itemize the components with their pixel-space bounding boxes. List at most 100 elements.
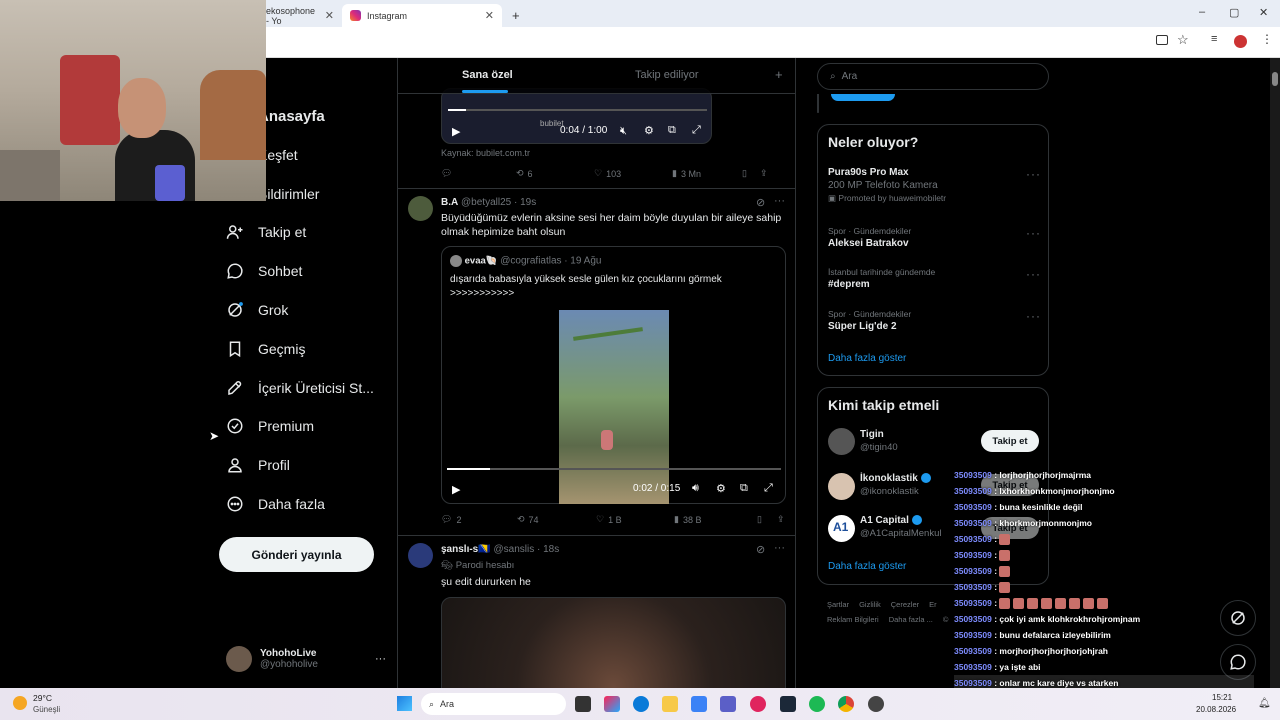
- scrollbar-thumb[interactable]: [1272, 72, 1278, 86]
- share-button[interactable]: ⇪: [777, 514, 785, 525]
- footer-link[interactable]: Reklam Bilgileri: [827, 615, 879, 624]
- views-button[interactable]: ▮ 38 B: [674, 514, 757, 525]
- footer-link[interactable]: Daha fazla ...: [889, 615, 933, 624]
- play-icon[interactable]: ▶: [452, 125, 460, 138]
- more-icon[interactable]: ···: [1026, 267, 1041, 281]
- bookmark-button[interactable]: ▯: [742, 168, 760, 179]
- play-icon[interactable]: ▶: [452, 483, 460, 496]
- footer-link[interactable]: Çerezler: [891, 600, 919, 609]
- suggested-user[interactable]: İkonoklastik @ikonoklastik: [860, 473, 931, 497]
- pip-icon[interactable]: ⧉: [668, 124, 676, 137]
- page-scrollbar[interactable]: [1270, 58, 1280, 688]
- weather-desc[interactable]: Güneşli: [33, 705, 60, 714]
- settings-icon[interactable]: ⚙: [716, 482, 726, 495]
- more-icon[interactable]: ···: [1026, 309, 1041, 323]
- nav-grok[interactable]: Grok: [226, 297, 288, 323]
- share-button[interactable]: ⇪: [760, 168, 768, 179]
- footer-link[interactable]: Gizlilik: [859, 600, 881, 609]
- tweet-time[interactable]: · 19s: [514, 197, 536, 208]
- top-video[interactable]: bubilet ▶ 0:04 / 1:00 🔇︎ ⚙ ⧉ ⤢: [441, 88, 712, 144]
- tab-for-you[interactable]: Sana özel: [462, 69, 513, 81]
- file-explorer-icon[interactable]: [662, 696, 678, 712]
- avatar[interactable]: A1: [828, 515, 855, 542]
- trend-item[interactable]: Spor · Gündemdekiler Aleksei Batrakov: [828, 226, 911, 249]
- tweet-handle[interactable]: @betyall25: [461, 197, 511, 208]
- nav-bookmarks[interactable]: Geçmiş: [226, 336, 305, 362]
- post-button[interactable]: Gönderi yayınla: [219, 537, 374, 572]
- add-tab-button[interactable]: +: [775, 67, 783, 82]
- promoted-trend[interactable]: Pura90s Pro Max 200 MP Telefoto Kamera ▣…: [828, 167, 946, 204]
- nav-profile[interactable]: Profil: [226, 452, 290, 478]
- trend-item[interactable]: Spor · Gündemdekiler Süper Lig'de 2: [828, 309, 911, 332]
- retweet-button[interactable]: ⟲ 74: [517, 514, 596, 525]
- tweet-author[interactable]: şanslı-s🇧🇦: [441, 544, 491, 555]
- task-view-icon[interactable]: [575, 696, 591, 712]
- tab-youtube[interactable]: ekosophone - Yo ✕: [258, 4, 342, 27]
- edge-icon[interactable]: [633, 696, 649, 712]
- nav-creator-studio[interactable]: İçerik Üreticisi St...: [226, 375, 374, 401]
- close-tab-icon[interactable]: ✕: [325, 9, 334, 22]
- reply-button[interactable]: 💬︎: [441, 168, 516, 179]
- fullscreen-icon[interactable]: ⤢: [764, 482, 773, 495]
- account-switcher[interactable]: YohohoLive @yohoholive ···: [226, 643, 386, 675]
- teams-icon[interactable]: [720, 696, 736, 712]
- close-tab-icon[interactable]: ✕: [485, 9, 494, 22]
- nav-premium[interactable]: Premium: [226, 413, 314, 439]
- like-button[interactable]: ♡ 1 B: [596, 514, 674, 525]
- suggested-user[interactable]: Tigin @tigin40: [860, 429, 898, 453]
- tab-instagram[interactable]: Instagram ✕: [342, 4, 502, 27]
- tab-following[interactable]: Takip ediliyor: [635, 69, 699, 81]
- new-tab-button[interactable]: +: [504, 4, 528, 27]
- grok-icon[interactable]: ⊘: [756, 543, 765, 556]
- nav-more[interactable]: Daha fazla: [226, 491, 325, 517]
- more-icon[interactable]: ···: [375, 653, 386, 665]
- fullscreen-icon[interactable]: ⤢: [692, 124, 701, 137]
- star-icon[interactable]: ☆: [1177, 32, 1189, 48]
- more-icon[interactable]: ···: [1026, 226, 1041, 240]
- avatar[interactable]: [828, 428, 855, 455]
- steam-icon[interactable]: [780, 696, 796, 712]
- settings-icon[interactable]: ⚙: [644, 124, 654, 137]
- retweet-button[interactable]: ⟲ 6: [516, 168, 594, 179]
- trend-item[interactable]: İstanbul tarihinde gündemde #deprem: [828, 267, 935, 290]
- tweet-time[interactable]: · 18s: [537, 544, 559, 555]
- tweet-author[interactable]: B.A: [441, 197, 458, 208]
- maximize-button[interactable]: ▢: [1229, 6, 1239, 19]
- clock-date[interactable]: 20.08.2026: [1196, 705, 1236, 714]
- reply-button[interactable]: 💬︎ 2: [441, 514, 517, 525]
- quote-video-thumbnail[interactable]: [559, 310, 669, 504]
- avatar[interactable]: [828, 473, 855, 500]
- nav-follow[interactable]: Takip et: [226, 219, 306, 245]
- nav-chat[interactable]: Sohbet: [226, 258, 302, 284]
- show-more-follow-link[interactable]: Daha fazla göster: [828, 561, 906, 572]
- avatar[interactable]: [408, 196, 433, 221]
- pip-icon[interactable]: ⧉: [740, 482, 748, 495]
- tweet-image[interactable]: [441, 597, 786, 688]
- footer-link[interactable]: Şartlar: [827, 600, 849, 609]
- minimize-button[interactable]: –: [1199, 6, 1205, 18]
- quote-tweet[interactable]: evaa🐚 @cografiatlas · 19 Ağu dışarıda ba…: [441, 246, 786, 504]
- volume-icon[interactable]: 🔊︎: [692, 482, 699, 495]
- views-button[interactable]: ▮ 3 Mn: [672, 168, 742, 179]
- copilot-icon[interactable]: [604, 696, 620, 712]
- install-app-icon[interactable]: [1156, 35, 1168, 45]
- search-input[interactable]: ⌕ Ara: [817, 63, 1049, 90]
- like-button[interactable]: ♡ 103: [594, 168, 672, 179]
- avatar[interactable]: [408, 543, 433, 568]
- bookmark-button[interactable]: ▯: [757, 514, 777, 525]
- spotify-icon[interactable]: [809, 696, 825, 712]
- close-window-button[interactable]: ✕: [1259, 6, 1268, 19]
- footer-link[interactable]: ©: [943, 615, 949, 624]
- weather-temp[interactable]: 29°C: [33, 693, 52, 703]
- suggested-user[interactable]: A1 Capital @A1CapitalMenkul: [860, 515, 941, 539]
- mute-icon[interactable]: 🔇︎: [620, 125, 627, 138]
- outlook-icon[interactable]: [691, 696, 707, 712]
- reading-list-icon[interactable]: ≡: [1211, 33, 1217, 45]
- subscribe-button[interactable]: [831, 94, 895, 101]
- grok-icon[interactable]: ⊘: [756, 196, 765, 209]
- notification-icon[interactable]: 🔔︎: [1258, 698, 1271, 709]
- tweet-handle[interactable]: @sanslis: [493, 544, 534, 555]
- show-more-trends-link[interactable]: Daha fazla göster: [828, 353, 906, 364]
- windows-start-icon[interactable]: [397, 696, 412, 711]
- app-icon[interactable]: [868, 696, 884, 712]
